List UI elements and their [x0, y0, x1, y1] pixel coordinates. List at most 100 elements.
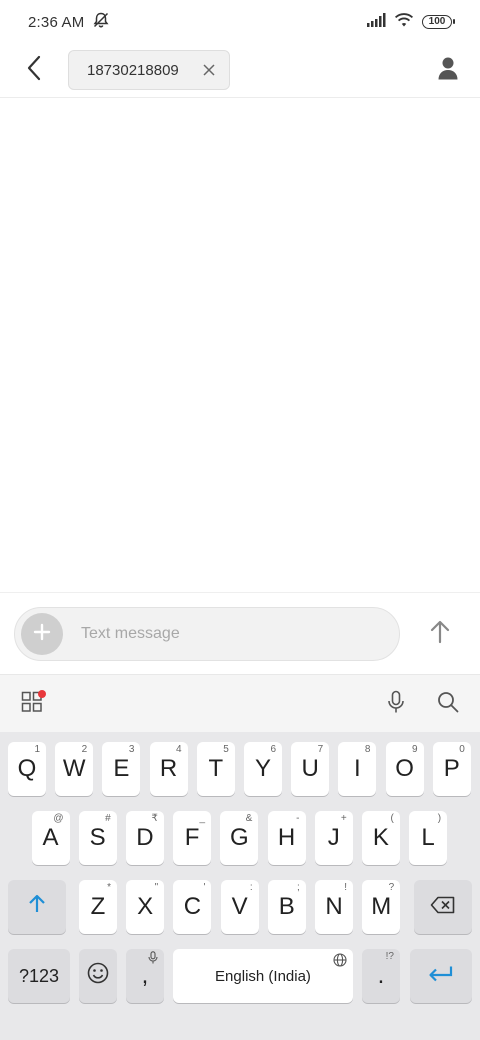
key-l[interactable]: L): [409, 811, 448, 865]
key-label: M: [371, 893, 392, 920]
shift-arrow-icon: [28, 893, 46, 921]
backspace-key[interactable]: [414, 880, 472, 934]
message-list[interactable]: [0, 98, 480, 592]
key-hint: 9: [412, 744, 418, 755]
key-hint: @: [53, 813, 64, 824]
key-j[interactable]: J +: [314, 811, 353, 865]
keyboard-apps-button[interactable]: [14, 686, 50, 722]
key-label: Z: [90, 893, 106, 920]
back-arrow-icon: [26, 55, 42, 86]
key-b[interactable]: B;: [267, 880, 306, 934]
signal-icon: [366, 13, 386, 31]
globe-icon: [333, 953, 347, 970]
key-label: R: [159, 755, 178, 782]
key-k[interactable]: K(: [361, 811, 400, 865]
key-f[interactable]: F _: [173, 811, 212, 865]
status-right: 100: [366, 12, 455, 32]
key-label: D: [136, 824, 154, 851]
space-key[interactable]: English (India): [173, 949, 353, 1003]
key-n[interactable]: N!: [315, 880, 353, 934]
key-e[interactable]: E3: [102, 742, 141, 796]
key-h[interactable]: H-: [267, 811, 306, 865]
key-label: P: [443, 755, 460, 782]
key-hint: 3: [128, 744, 135, 755]
plus-icon: [33, 623, 51, 646]
key-o[interactable]: O9: [385, 742, 424, 796]
key-hint: 5: [223, 744, 229, 755]
key-hint: 2: [81, 744, 88, 755]
soft-keyboard: Q1W2E3R4T5Y6U7I8O9P0 A @ S # D ₹ F _ G & H - J + K(L) …: [0, 732, 480, 1040]
key-label: T: [208, 755, 224, 782]
key-i[interactable]: I8: [338, 742, 377, 796]
composer: Text message: [0, 592, 480, 674]
search-icon: [437, 691, 459, 718]
key-m[interactable]: M?: [362, 880, 401, 934]
key-hint: *: [107, 882, 111, 893]
key-hint: ;: [297, 882, 300, 893]
key-label: Q: [17, 755, 37, 782]
key-label: L: [421, 824, 435, 851]
conversation-header: 18730218809: [0, 44, 480, 98]
key-label: V: [231, 893, 248, 920]
period-key[interactable]: . !?: [362, 949, 400, 1003]
microphone-icon: [387, 690, 405, 719]
add-attachment-button[interactable]: [21, 613, 63, 655]
key-label: Y: [254, 755, 271, 782]
back-button[interactable]: [18, 54, 50, 86]
key-r[interactable]: R4: [149, 742, 188, 796]
send-button[interactable]: [422, 616, 458, 652]
key-label: O: [395, 755, 414, 782]
emoji-key[interactable]: [79, 949, 117, 1003]
key-label: W: [62, 755, 86, 782]
key-c[interactable]: C ': [173, 880, 212, 934]
key-w[interactable]: W2: [55, 742, 94, 796]
status-time: 2:36 AM: [28, 13, 85, 31]
remove-recipient-icon[interactable]: [201, 62, 217, 78]
key-hint: (: [390, 813, 394, 824]
key-label: U: [301, 755, 319, 782]
period-hint: !?: [385, 951, 394, 962]
recipient-chip[interactable]: 18730218809: [68, 50, 230, 90]
comma-key[interactable]: ,: [126, 949, 164, 1003]
key-x[interactable]: X ": [126, 880, 165, 934]
contact-button[interactable]: [432, 54, 464, 86]
enter-key[interactable]: [410, 949, 472, 1003]
symbols-key[interactable]: ?123: [8, 949, 70, 1003]
key-hint: &: [245, 813, 253, 824]
key-s[interactable]: S #: [78, 811, 117, 865]
emoji-icon: [87, 962, 109, 991]
key-label: A: [42, 824, 59, 851]
shift-key[interactable]: [8, 880, 66, 934]
person-icon: [438, 56, 458, 85]
message-input-container: Text message: [14, 607, 400, 661]
key-hint: 4: [176, 744, 182, 755]
key-g[interactable]: G &: [220, 811, 259, 865]
voice-input-button[interactable]: [378, 686, 414, 722]
key-hint: +: [340, 813, 347, 824]
key-u[interactable]: U7: [291, 742, 330, 796]
key-hint: 7: [317, 744, 324, 755]
enter-icon: [428, 962, 454, 990]
key-q[interactable]: Q1: [8, 742, 46, 796]
keyboard-search-button[interactable]: [430, 686, 466, 722]
key-p[interactable]: P0: [432, 742, 471, 796]
message-input[interactable]: Text message: [81, 625, 399, 643]
key-hint: 1: [34, 744, 40, 755]
battery-icon: 100: [422, 15, 455, 29]
key-label: I: [354, 755, 361, 782]
key-label: J: [327, 824, 340, 851]
wifi-icon: [394, 12, 414, 32]
key-hint: ₹: [151, 813, 158, 824]
key-y[interactable]: Y6: [244, 742, 282, 796]
key-a[interactable]: A @: [31, 811, 70, 865]
key-d[interactable]: D ₹: [125, 811, 164, 865]
key-t[interactable]: T5: [196, 742, 235, 796]
microphone-hint-icon: [148, 951, 158, 967]
keyboard-toolbar: [0, 674, 480, 732]
key-z[interactable]: Z *: [79, 880, 117, 934]
key-label: C: [183, 893, 202, 920]
key-v[interactable]: V:: [220, 880, 259, 934]
key-hint: 6: [270, 744, 276, 755]
send-arrow-icon: [430, 620, 450, 649]
key-label: H: [277, 824, 296, 851]
